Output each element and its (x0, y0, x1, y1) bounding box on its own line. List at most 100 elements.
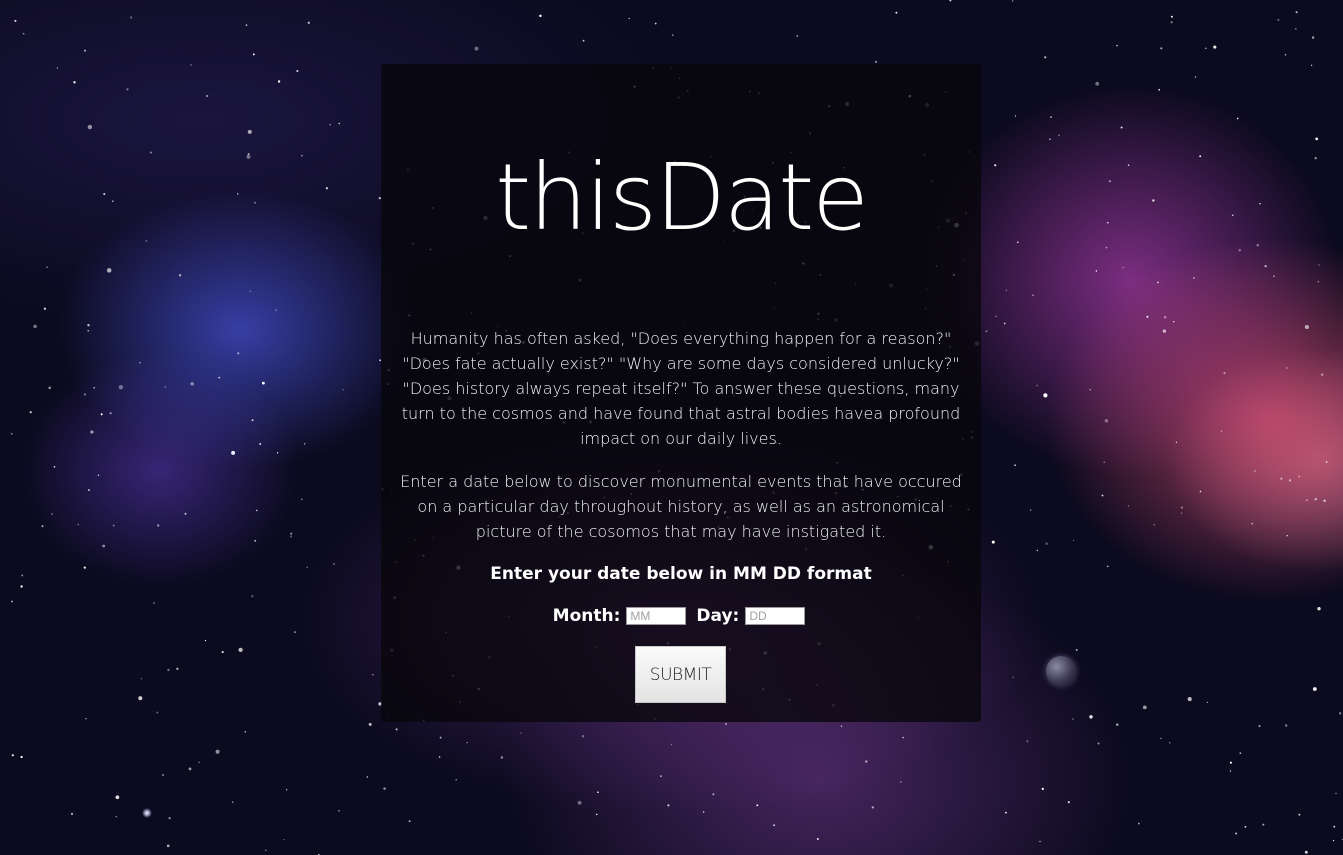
star (1146, 315, 1149, 318)
star (112, 200, 114, 202)
star (77, 523, 79, 526)
star (438, 756, 441, 758)
star (840, 725, 843, 727)
star (1312, 687, 1317, 691)
main-panel: thisDate Humanity has often asked, "Does… (381, 64, 981, 722)
star (1323, 499, 1326, 503)
star (156, 711, 159, 714)
star (1036, 384, 1038, 387)
star (83, 49, 87, 52)
star (252, 53, 255, 56)
star (130, 16, 133, 19)
star (994, 164, 997, 167)
star (14, 19, 17, 22)
star (1259, 202, 1261, 205)
star (184, 512, 187, 515)
star (1011, 0, 1014, 2)
star (1158, 88, 1161, 91)
star (118, 385, 124, 390)
star (22, 32, 25, 35)
submit-button[interactable]: SUBMIT (635, 646, 726, 703)
site-logo: thisDate (495, 144, 869, 251)
star (83, 566, 86, 569)
star (231, 450, 236, 455)
star (139, 362, 141, 364)
day-input[interactable] (745, 607, 806, 625)
star (1160, 737, 1162, 740)
date-format-prompt: Enter your date below in MM DD format (490, 564, 872, 584)
star (73, 81, 76, 84)
star (149, 151, 152, 154)
star (338, 809, 340, 812)
star (1264, 265, 1267, 268)
star (85, 718, 87, 720)
star (1223, 372, 1226, 375)
star (246, 154, 251, 159)
star (41, 525, 44, 528)
star (1238, 249, 1241, 252)
month-label: Month: (552, 606, 621, 626)
star (1298, 813, 1301, 816)
star (1116, 44, 1118, 47)
star (109, 412, 112, 415)
bright-star-decoration (142, 808, 152, 818)
star (1153, 524, 1156, 526)
star (51, 513, 53, 515)
star (1213, 45, 1217, 49)
star (582, 39, 585, 42)
star (115, 815, 118, 818)
star (333, 563, 335, 565)
day-label: Day: (696, 606, 740, 626)
star (244, 731, 247, 733)
star (190, 382, 194, 386)
star (90, 430, 94, 434)
star (1325, 461, 1328, 463)
star (20, 755, 23, 759)
star (871, 806, 874, 809)
star (1058, 134, 1060, 137)
star (660, 775, 662, 777)
star (238, 647, 243, 653)
star (539, 14, 542, 18)
star (46, 266, 48, 268)
star (1311, 36, 1315, 39)
star (1170, 15, 1173, 18)
star (1229, 761, 1232, 764)
star (157, 524, 160, 527)
star (198, 761, 200, 763)
star (1273, 275, 1275, 278)
star (1075, 649, 1078, 651)
star (247, 153, 250, 155)
star (654, 22, 657, 25)
star (301, 154, 303, 157)
star (1194, 76, 1197, 78)
star (1049, 138, 1051, 141)
star (254, 539, 257, 542)
star (70, 812, 74, 815)
star (865, 760, 868, 763)
star (628, 17, 630, 20)
star (1152, 199, 1155, 202)
star (756, 804, 759, 807)
star (577, 800, 582, 805)
star (115, 795, 120, 800)
star (290, 532, 293, 535)
star (87, 489, 90, 492)
star (1026, 740, 1029, 743)
star (11, 600, 13, 603)
star (1235, 832, 1238, 835)
star (773, 824, 776, 827)
star (206, 94, 209, 98)
star (100, 413, 103, 416)
star (520, 732, 522, 734)
star (1220, 430, 1223, 432)
star (1187, 697, 1192, 702)
star (249, 290, 252, 293)
star (167, 668, 170, 672)
star (1304, 850, 1308, 854)
month-input[interactable] (626, 607, 687, 625)
star (439, 736, 442, 739)
star (112, 524, 115, 527)
star (126, 88, 129, 91)
star (1162, 329, 1167, 333)
